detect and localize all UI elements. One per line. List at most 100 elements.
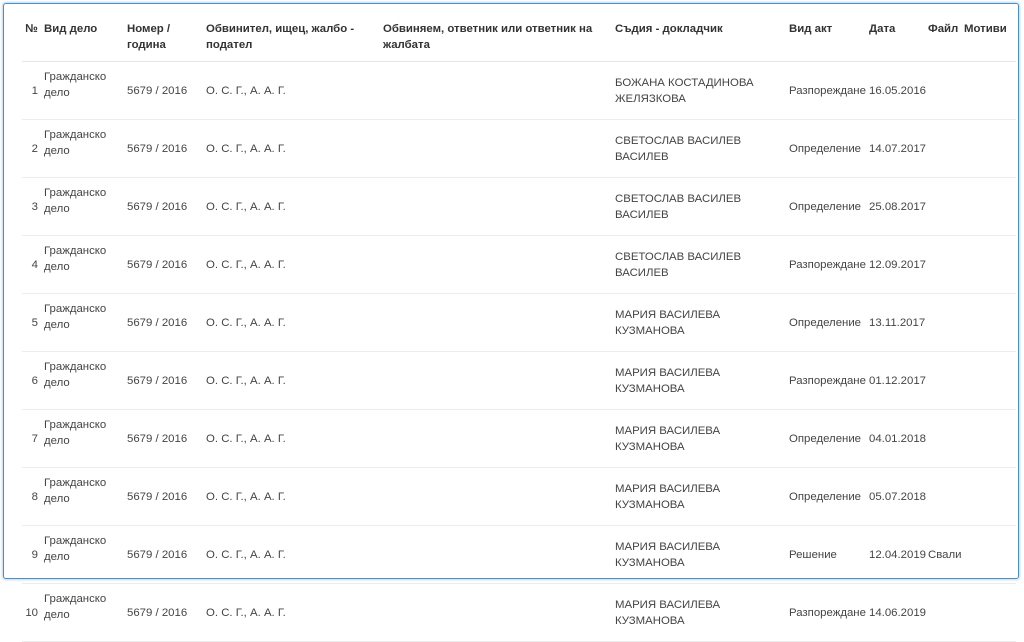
cell-accused (381, 409, 613, 468)
cell-judge: МАРИЯ ВАСИЛЕВА КУЗМАНОВА (613, 583, 787, 642)
table-row: 4 Гражданско дело 5679 / 2016 О. С. Г., А. … (22, 235, 1016, 294)
cell-case-type: Гражданско дело (42, 235, 125, 294)
cell-num: 3 (22, 177, 42, 236)
cell-num: 10 (22, 583, 42, 642)
col-header-date: Дата (867, 15, 926, 62)
cell-act-type: Решение (787, 525, 867, 584)
table-row: 6 Гражданско дело 5679 / 2016 О. С. Г., А. … (22, 351, 1016, 410)
cell-judge: СВЕТОСЛАВ ВАСИЛЕВ ВАСИЛЕВ (613, 177, 787, 236)
col-header-file: Файл (926, 15, 962, 62)
table-row: 2 Гражданско дело 5679 / 2016 О. С. Г., А. … (22, 119, 1016, 178)
cell-date: 12.04.2019 (867, 525, 926, 584)
cell-motives (962, 119, 1016, 178)
cell-accuser: О. С. Г., А. А. Г. (204, 351, 381, 410)
cell-accuser: О. С. Г., А. А. Г. (204, 467, 381, 526)
cell-case-type: Гражданско дело (42, 293, 125, 352)
cell-act-type: Определение (787, 293, 867, 352)
col-header-judge: Съдия - докладчик (613, 15, 787, 62)
cell-accused (381, 583, 613, 642)
cell-number-year: 5679 / 2016 (125, 525, 204, 584)
cell-file (926, 177, 962, 236)
cell-act-type: Определение (787, 177, 867, 236)
cell-accuser: О. С. Г., А. А. Г. (204, 119, 381, 178)
cell-number-year: 5679 / 2016 (125, 119, 204, 178)
cell-number-year: 5679 / 2016 (125, 61, 204, 120)
cell-num: 8 (22, 467, 42, 526)
col-header-accused: Обвиняем, ответник или ответник на жалба… (381, 15, 613, 62)
cell-judge: МАРИЯ ВАСИЛЕВА КУЗМАНОВА (613, 467, 787, 526)
acts-table: № Вид дело Номер / година Обвинител, ище… (22, 15, 1016, 642)
cell-act-type: Определение (787, 409, 867, 468)
cell-number-year: 5679 / 2016 (125, 235, 204, 294)
cell-motives (962, 293, 1016, 352)
cell-case-type: Гражданско дело (42, 409, 125, 468)
cell-act-type: Разпореждане (787, 351, 867, 410)
cell-motives (962, 583, 1016, 642)
cell-file (926, 119, 962, 178)
cell-act-type: Разпореждане (787, 235, 867, 294)
cell-act-type: Определение (787, 467, 867, 526)
cell-motives (962, 177, 1016, 236)
cell-date: 12.09.2017 (867, 235, 926, 294)
cell-accused (381, 525, 613, 584)
cell-accuser: О. С. Г., А. А. Г. (204, 61, 381, 120)
cell-judge: МАРИЯ ВАСИЛЕВА КУЗМАНОВА (613, 293, 787, 352)
cell-number-year: 5679 / 2016 (125, 351, 204, 410)
cell-file (926, 351, 962, 410)
cell-num: 4 (22, 235, 42, 294)
col-header-num: № (22, 15, 42, 62)
cell-motives (962, 351, 1016, 410)
cell-date: 14.06.2019 (867, 583, 926, 642)
cell-number-year: 5679 / 2016 (125, 177, 204, 236)
cell-number-year: 5679 / 2016 (125, 409, 204, 468)
cell-accused (381, 61, 613, 120)
cell-file (926, 293, 962, 352)
cell-date: 13.11.2017 (867, 293, 926, 352)
cell-date: 16.05.2016 (867, 61, 926, 120)
cell-accuser: О. С. Г., А. А. Г. (204, 409, 381, 468)
cell-date: 01.12.2017 (867, 351, 926, 410)
cell-num: 7 (22, 409, 42, 468)
table-row: 9 Гражданско дело 5679 / 2016 О. С. Г., А. … (22, 525, 1016, 584)
cell-num: 9 (22, 525, 42, 584)
cell-accused (381, 293, 613, 352)
cell-accuser: О. С. Г., А. А. Г. (204, 235, 381, 294)
cell-file (926, 467, 962, 526)
cell-number-year: 5679 / 2016 (125, 467, 204, 526)
cell-num: 5 (22, 293, 42, 352)
cell-accused (381, 119, 613, 178)
cell-case-type: Гражданско дело (42, 61, 125, 120)
cell-accused (381, 235, 613, 294)
cell-motives (962, 61, 1016, 120)
cell-motives (962, 235, 1016, 294)
cell-file (926, 409, 962, 468)
col-header-number-year: Номер / година (125, 15, 204, 62)
cell-judge: СВЕТОСЛАВ ВАСИЛЕВ ВАСИЛЕВ (613, 235, 787, 294)
cell-judge: МАРИЯ ВАСИЛЕВА КУЗМАНОВА (613, 525, 787, 584)
cell-motives (962, 525, 1016, 584)
cell-case-type: Гражданско дело (42, 119, 125, 178)
download-link[interactable]: Свали (928, 549, 962, 561)
cell-act-type: Разпореждане (787, 583, 867, 642)
cell-accuser: О. С. Г., А. А. Г. (204, 583, 381, 642)
col-header-motives: Мотиви (962, 15, 1016, 62)
table-row: 7 Гражданско дело 5679 / 2016 О. С. Г., А. … (22, 409, 1016, 468)
cell-num: 2 (22, 119, 42, 178)
cell-case-type: Гражданско дело (42, 525, 125, 584)
table-row: 1 Гражданско дело 5679 / 2016 О. С. Г., А. … (22, 61, 1016, 120)
cell-accused (381, 467, 613, 526)
cell-file (926, 235, 962, 294)
cell-accuser: О. С. Г., А. А. Г. (204, 293, 381, 352)
cell-number-year: 5679 / 2016 (125, 583, 204, 642)
cell-num: 6 (22, 351, 42, 410)
cell-case-type: Гражданско дело (42, 177, 125, 236)
table-header-row: № Вид дело Номер / година Обвинител, ище… (22, 15, 1016, 62)
cell-act-type: Разпореждане (787, 61, 867, 120)
cell-date: 14.07.2017 (867, 119, 926, 178)
col-header-act-type: Вид акт (787, 15, 867, 62)
table-row: 3 Гражданско дело 5679 / 2016 О. С. Г., А. … (22, 177, 1016, 236)
table-row: 8 Гражданско дело 5679 / 2016 О. С. Г., А. … (22, 467, 1016, 526)
col-header-case-type: Вид дело (42, 15, 125, 62)
cell-judge: БОЖАНА КОСТАДИНОВА ЖЕЛЯЗКОВА (613, 61, 787, 120)
cell-case-type: Гражданско дело (42, 351, 125, 410)
